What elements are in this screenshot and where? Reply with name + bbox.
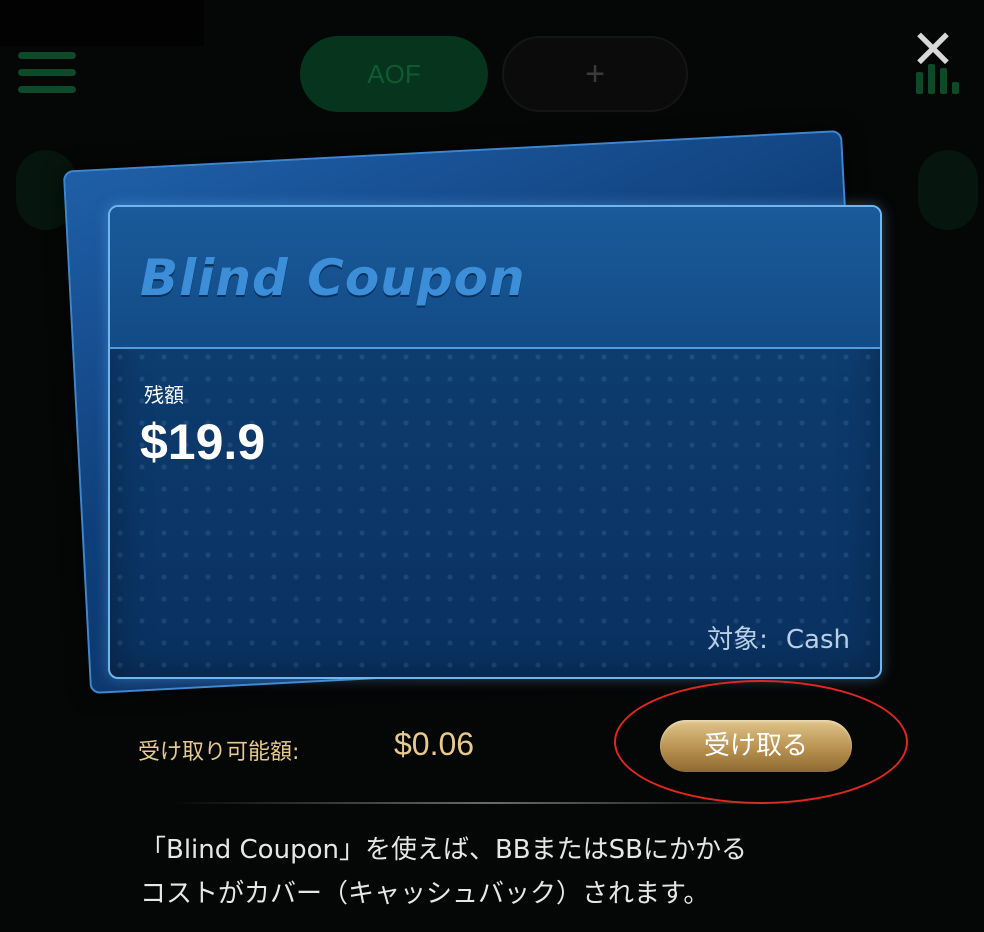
menu-icon — [18, 52, 76, 94]
target-label: 対象: — [707, 625, 768, 655]
tab-add: + — [502, 36, 688, 112]
coupon-title: Blind Coupon — [140, 249, 526, 307]
claimable-amount-value: $0.06 — [394, 726, 475, 762]
tab-aof: AOF — [300, 36, 488, 112]
balance-label: 残額 — [144, 383, 184, 407]
balance-value: $19.9 — [140, 414, 266, 470]
description-line-1: 「Blind Coupon」を使えば、BBまたはSBにかかる — [140, 835, 747, 865]
background-avatar-right — [918, 150, 978, 230]
divider — [170, 802, 810, 804]
close-icon[interactable]: ✕ — [906, 22, 960, 78]
coupon-card: Blind Coupon 残額 $19.9 対象: Cash — [108, 205, 882, 679]
target-row: 対象: Cash — [707, 619, 850, 656]
tab-add-label: + — [585, 54, 605, 93]
highlight-ring — [614, 680, 908, 804]
top-left-overlay — [0, 0, 204, 46]
target-value: Cash — [785, 625, 850, 655]
claimable-amount-label: 受け取り可能額: — [138, 740, 300, 765]
tab-aof-label: AOF — [367, 58, 421, 89]
coupon-description: 「Blind Coupon」を使えば、BBまたはSBにかかる コストがカバー（キ… — [140, 828, 860, 916]
description-line-2: コストがカバー（キャッシュバック）されます。 — [140, 879, 710, 909]
